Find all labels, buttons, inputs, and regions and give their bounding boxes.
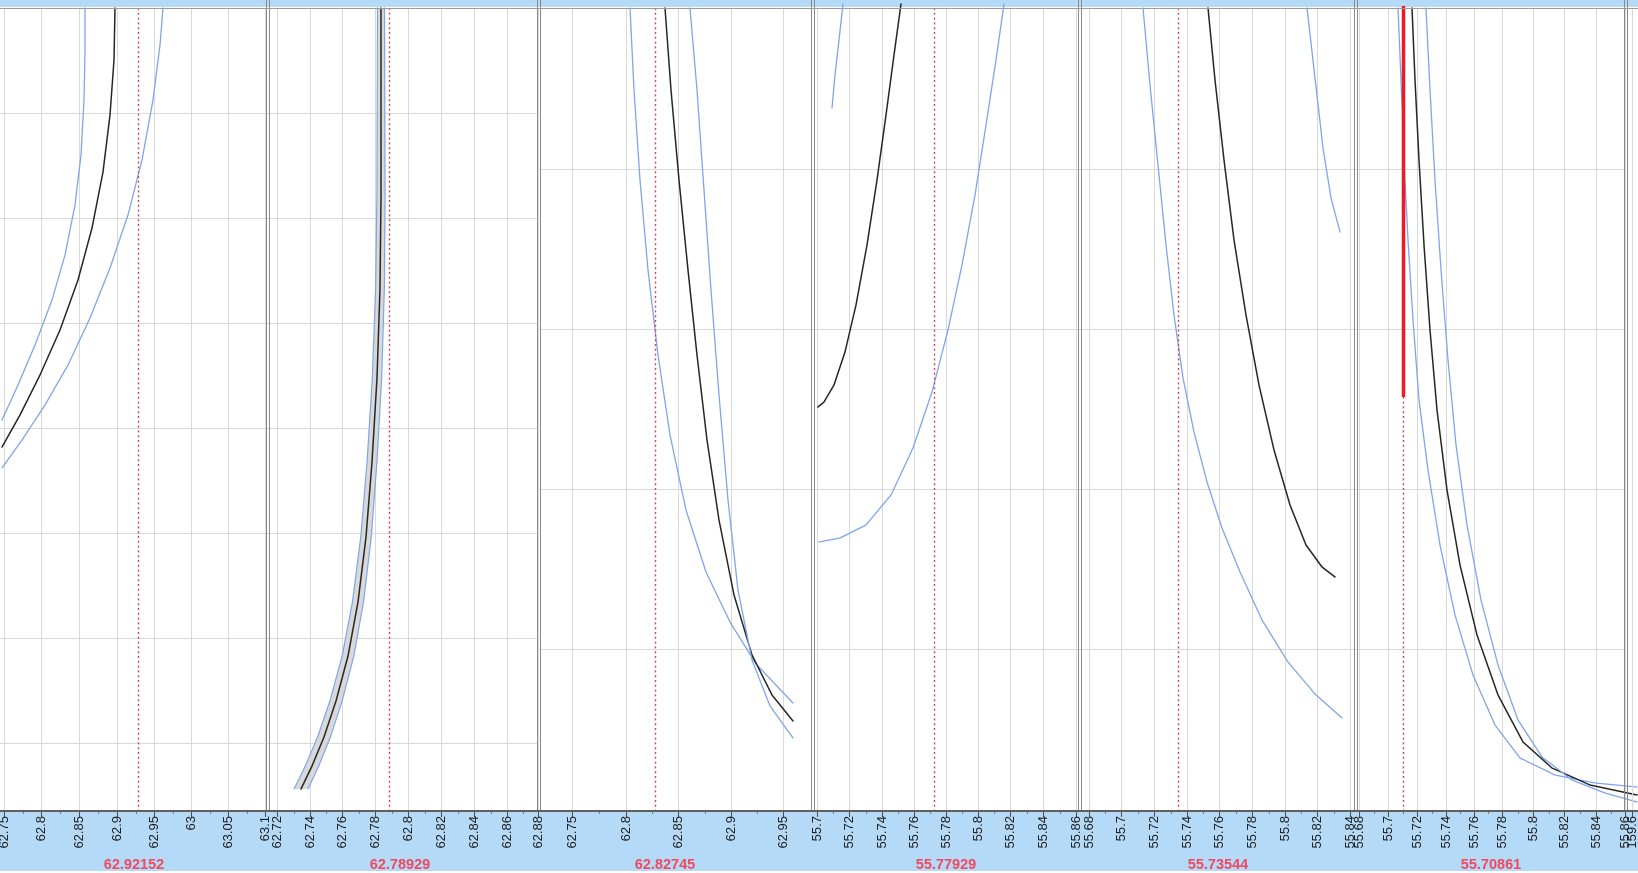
- x-tick-label: 55.82: [1309, 816, 1324, 849]
- band-lower: [1397, 7, 1638, 788]
- resonance-panel-3: [539, 7, 813, 817]
- band-lower: [831, 3, 844, 109]
- resonance-panel-4: [813, 3, 1080, 817]
- x-tick-label: 55.68: [1351, 816, 1366, 849]
- band-lower: [1, 7, 86, 421]
- band-lower: [1142, 7, 1343, 719]
- fit: [817, 3, 902, 408]
- fit: [1411, 7, 1638, 796]
- band-upper: [689, 7, 794, 739]
- x-tick-label: 62.8: [33, 816, 48, 842]
- x-tick-label: 62.85: [670, 816, 685, 849]
- x-tick-label: 63: [183, 816, 198, 831]
- x-tick-label: 62.74: [302, 816, 317, 849]
- band-upper: [1306, 7, 1341, 233]
- x-tick-label: 55.82: [1002, 816, 1017, 849]
- x-tick-label: 55.78: [1244, 816, 1259, 849]
- x-tick-label: 55.72: [1146, 816, 1161, 849]
- x-tick-label: 62.82: [433, 816, 448, 849]
- fit: [664, 7, 794, 722]
- x-tick-label: 55.8: [970, 816, 985, 842]
- x-tick-label: 62.84: [466, 816, 481, 849]
- x-tick-label: 55.7: [1380, 816, 1395, 842]
- band-lower: [629, 7, 794, 704]
- fit: [1207, 7, 1336, 578]
- resonance-panel-6: [1356, 6, 1638, 817]
- x-tick-label: 55.74: [1179, 816, 1194, 849]
- resonance-panel-2: [268, 7, 539, 817]
- x-tick-label: 55.7: [1113, 816, 1128, 842]
- x-tick-label: 55.74: [874, 816, 889, 849]
- x-tick-label: 62.75: [0, 816, 11, 849]
- x-tick-label: 62.75: [564, 816, 579, 849]
- x-tick-label: 159.6: [1624, 816, 1638, 849]
- x-tick-label: 55.8: [1277, 816, 1292, 842]
- curves-canvas: [0, 0, 1638, 817]
- x-tick-label: 62.95: [775, 816, 790, 849]
- x-tick-label: 55.84: [1588, 816, 1603, 849]
- x-tick-label: 55.76: [1466, 816, 1481, 849]
- x-tick-label: 62.76: [334, 816, 349, 849]
- x-tick-label: 55.72: [1409, 816, 1424, 849]
- x-tick-label: 62.9: [723, 816, 738, 842]
- x-tick-label: 62.95: [146, 816, 161, 849]
- x-tick-label: 62.88: [530, 816, 545, 849]
- x-tick-label: 62.8: [618, 816, 633, 842]
- x-tick-label: 55.78: [1494, 816, 1509, 849]
- band-upper: [1425, 7, 1638, 803]
- resonance-panel-5: [1080, 7, 1356, 817]
- x-tick-label: 62.8: [400, 816, 415, 842]
- resonance-panel-1: [0, 7, 268, 817]
- x-tick-label: 55.72: [841, 816, 856, 849]
- x-tick-label: 55.82: [1556, 816, 1571, 849]
- band-lower: [293, 7, 379, 790]
- x-tick-label: 62.85: [71, 816, 86, 849]
- x-tick-label: 55.68: [1081, 816, 1096, 849]
- x-tick-label: 55.78: [938, 816, 953, 849]
- x-tick-label: 62.78: [367, 816, 382, 849]
- x-tick-label: 55.7: [809, 816, 824, 842]
- application-window: { "window": { "top_bar_color": "#b5daf7"…: [0, 0, 1638, 873]
- x-tick-label: 62.9: [109, 816, 124, 842]
- band-upper: [818, 3, 1005, 543]
- x-tick-label: 63.05: [220, 816, 235, 849]
- x-tick-label: 55.84: [1035, 816, 1050, 849]
- x-tick-label: 62.72: [269, 816, 284, 849]
- x-tick-label: 55.8: [1525, 816, 1540, 842]
- x-tick-label: 55.76: [1211, 816, 1226, 849]
- x-tick-label: 62.86: [499, 816, 514, 849]
- x-tick-label: 55.76: [906, 816, 921, 849]
- x-tick-label: 55.74: [1438, 816, 1453, 849]
